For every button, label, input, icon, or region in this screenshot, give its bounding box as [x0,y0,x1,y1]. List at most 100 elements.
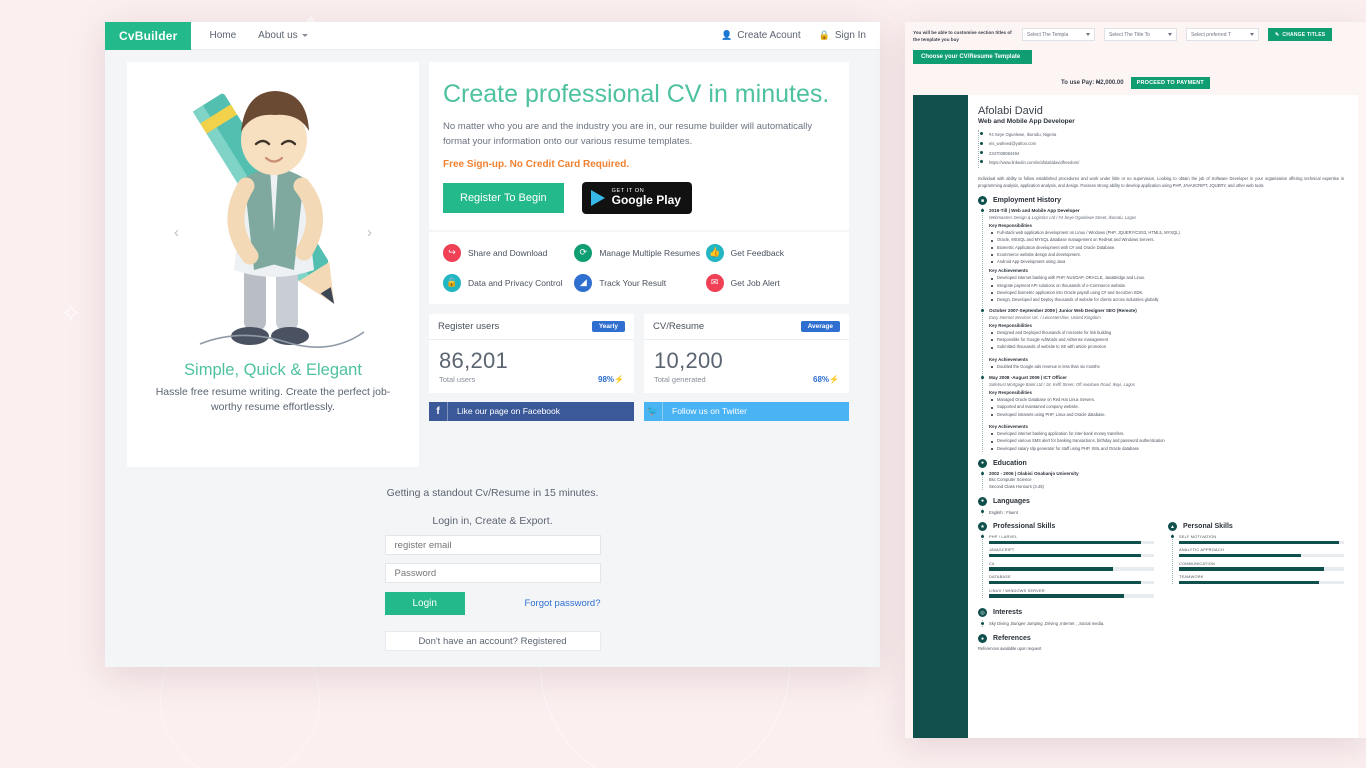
list-item: Biometric Application development with C… [989,244,1344,251]
create-account-link[interactable]: 👤 Create Acount [721,30,801,41]
list-item: Integrate payment API solutions on thous… [989,282,1344,289]
choose-template-button[interactable]: Choose your CV/Resume Template [913,50,1033,65]
sign-in-link[interactable]: 🔒 Sign In [819,30,866,41]
cv-sidebar-stripe [913,95,968,738]
cv-skill-item: LINUX / WINDOWS SERVER [989,588,1154,598]
cv-skill-fill [989,540,1141,544]
twitter-follow-button[interactable]: 🐦 Follow us on Twitter [644,401,849,421]
select-template-dropdown[interactable]: Select The Templa [1022,28,1095,41]
cv-job-responsibilities: Managed Oracle Database on Red Hat Linux… [989,396,1344,417]
proceed-to-payment-button[interactable]: PROCEED TO PAYMENT [1130,77,1210,90]
google-play-big-label: Google Play [611,193,681,208]
payment-row: To use Pay: ₦2,000.00 PROCEED TO PAYMENT [905,68,1366,95]
user-icon: 👤 [721,30,733,40]
star-icon: ★ [978,522,987,532]
cv-summary: Individual with ability to follow establ… [978,175,1344,189]
feature-label: Manage Multiple Resumes [599,247,700,258]
select-title-value: Select The Title To [1109,31,1150,38]
cv-skill-fill [1179,567,1325,571]
feature-item-share-and-download[interactable]: ↪ Share and Download [443,243,574,262]
feature-item-data-and-privacy-control[interactable]: 🔒 Data and Privacy Control [443,273,574,292]
login-button[interactable]: Login [384,592,465,615]
cv-section-title: Professional Skills [993,523,1056,531]
register-link-button[interactable]: Don't have an account? Registered [384,631,601,651]
feature-item-get-feedback[interactable]: 👍 Get Feedback [705,243,837,262]
select-template-value: Select The Templa [1027,31,1069,38]
stat-body: 86,201 Total users 98%⚡ [429,340,634,393]
cv-job-achievements: Developed internet banking application f… [989,430,1344,451]
chart-icon: ◢ [574,273,593,292]
feature-item-get-job-alert[interactable]: ✉ Get Job Alert [705,273,837,292]
cv-section-header-employment: ■ Employment History [978,196,1344,206]
nav-label: Home [209,30,237,41]
cv-skill-fill [989,580,1141,585]
site-topnav: CvBuilder Home About us 👤 Create Acount … [105,21,880,50]
nav-item-about-us[interactable]: About us [258,30,308,41]
cv-skill-item: JAVASCRIPT [989,547,1154,558]
cv-skill-label: COMMUNICATION [1179,560,1216,566]
lock-icon: 🔒 [443,273,461,292]
google-play-badge[interactable]: GET IT ON Google Play [581,181,692,214]
choose-template-label: Choose your CV/Resume Template [921,54,1021,61]
forgot-password-link[interactable]: Forgot password? [524,598,600,609]
cv-skill-item: C# [989,561,1154,571]
cv-skill-bar [1179,567,1344,571]
cv-section-header-personal-skills: ▲ Personal Skills [1168,522,1344,532]
select-preferred-value: Select preferred T [1191,31,1231,38]
facebook-like-button[interactable]: f Like our page on Facebook [429,401,634,421]
hero-illustration: ‹ › [148,74,398,359]
cv-professional-skill-list: PHP / LARVEL JAVASCRIPT C# DATABASE LINU… [980,534,1154,598]
cv-skill-fill [989,594,1125,598]
cv-education-degree: Bsc Computer Science [989,476,1032,482]
cv-skill-item: TEAMWORK [1179,574,1344,585]
lock-icon: 🔒 [818,30,830,40]
cv-skill-item: DATABASE [989,574,1154,585]
change-titles-label: CHANGE TITLES [1282,31,1326,38]
builder-toolbar: You will be able to customise section ti… [905,22,1366,69]
cta-card: Create professional CV in minutes. No ma… [429,62,849,230]
carousel-next-button[interactable]: › [367,224,372,241]
stat-percent-value: 98% [598,374,615,384]
nav-item-home[interactable]: Home [209,30,236,41]
cv-section-title: Interests [993,609,1023,617]
cv-interests-text: Sky Diving ,Bungee Jumping ,Driving ,Int… [980,620,1344,627]
register-to-begin-button[interactable]: Register To Begin [443,182,564,213]
cv-skill-bar [1179,540,1344,544]
google-play-icon [590,189,605,206]
cv-contact-phone: 2347038084494 [979,149,1344,158]
cv-skill-bar [989,580,1154,585]
carousel-prev-button[interactable]: ‹ [174,224,179,241]
list-item: Designed and Deployed thousands of micro… [989,329,1344,336]
select-title-dropdown[interactable]: Select The Title To [1104,28,1177,41]
cv-employment-body: 2019-Till | Web and Mobile App Developer… [980,208,1344,452]
cv-job-entry: May 2008 -August 2009 | ICT Officer Safe… [980,375,1344,451]
change-titles-button[interactable]: ✎ CHANGE TITLES [1268,28,1333,41]
cv-job-title: May 2008 -August 2009 | ICT Officer [989,375,1067,381]
speech-bubble-icon: ● [978,496,987,506]
cv-skill-item: PHP / LARVEL [989,534,1154,544]
feature-label: Track Your Result [599,277,667,288]
cv-skill-fill [1179,553,1302,558]
stat-percent-value: 68% [813,374,830,384]
stat-value: 10,200 [654,347,724,373]
list-item: Responsible for Google AdWords and AdSen… [989,336,1344,343]
chevron-down-icon [301,34,308,37]
feature-item-manage-multiple-resumes[interactable]: ⟳ Manage Multiple Resumes [574,243,705,262]
cv-section-header-languages: ● Languages [978,496,1344,506]
password-field[interactable] [384,563,601,583]
site-right-column: Create professional CV in minutes. No ma… [429,62,849,467]
cv-preview-sheet[interactable]: Afolabi David Web and Mobile App Develop… [913,95,1358,738]
email-field[interactable] [384,535,601,555]
cta-button-row: Register To Begin GET IT ON Google Play [443,181,833,214]
list-item: Ecommerce website design and development… [989,251,1344,258]
login-tagline-2: Login in, Create & Export. [432,515,553,527]
feature-grid: ↪ Share and Download ⟳ Manage Multiple R… [429,231,849,304]
stat-body: 10,200 Total generated 68%⚡ [644,340,849,393]
cv-contact-linkedin: https://www.linkedin.com/in/afolabidavid… [979,158,1344,167]
select-preferred-dropdown[interactable]: Select preferred T [1186,28,1259,41]
brand-logo[interactable]: CvBuilder [105,21,192,50]
builder-note: You will be able to customise section ti… [913,30,1012,42]
social-buttons-row: f Like our page on Facebook 🐦 Follow us … [429,401,849,421]
feature-item-track-your-result[interactable]: ◢ Track Your Result [574,273,705,292]
list-item: Developed internet banking application f… [989,430,1344,437]
